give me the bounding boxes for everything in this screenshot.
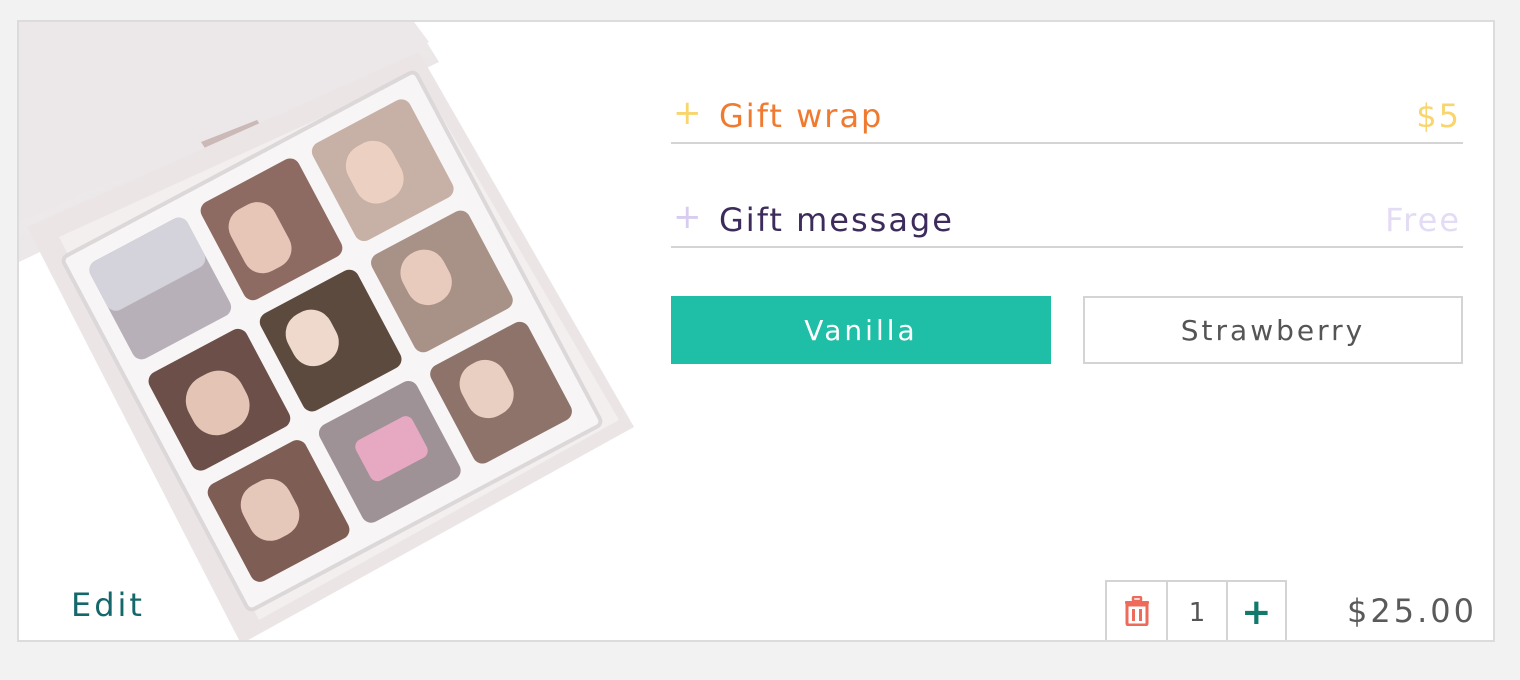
delete-button[interactable] bbox=[1107, 582, 1166, 640]
flavor-vanilla-button[interactable]: Vanilla bbox=[671, 296, 1051, 364]
gift-message-price: Free bbox=[1385, 201, 1461, 239]
plus-icon: + bbox=[1241, 592, 1272, 633]
edit-link[interactable]: Edit bbox=[71, 586, 145, 624]
gift-message-option[interactable]: + Gift message Free bbox=[671, 188, 1463, 248]
trash-icon bbox=[1123, 595, 1151, 630]
quantity-stepper: 1 + bbox=[1105, 580, 1287, 640]
increment-button[interactable]: + bbox=[1225, 582, 1285, 640]
gift-message-label: Gift message bbox=[719, 201, 954, 239]
cart-item-card: + Gift wrap $5 + Gift message Free Vanil… bbox=[17, 20, 1495, 642]
plus-icon[interactable]: + bbox=[673, 198, 702, 236]
gift-wrap-label: Gift wrap bbox=[719, 97, 884, 135]
line-total-price: $25.00 bbox=[1347, 592, 1477, 630]
gift-wrap-price: $5 bbox=[1416, 97, 1461, 135]
product-image bbox=[19, 22, 659, 640]
quantity-value-cell[interactable]: 1 bbox=[1166, 582, 1225, 640]
flavor-strawberry-button[interactable]: Strawberry bbox=[1083, 296, 1463, 364]
quantity-value: 1 bbox=[1188, 598, 1206, 628]
plus-icon[interactable]: + bbox=[673, 94, 702, 132]
gift-wrap-option[interactable]: + Gift wrap $5 bbox=[671, 84, 1463, 144]
